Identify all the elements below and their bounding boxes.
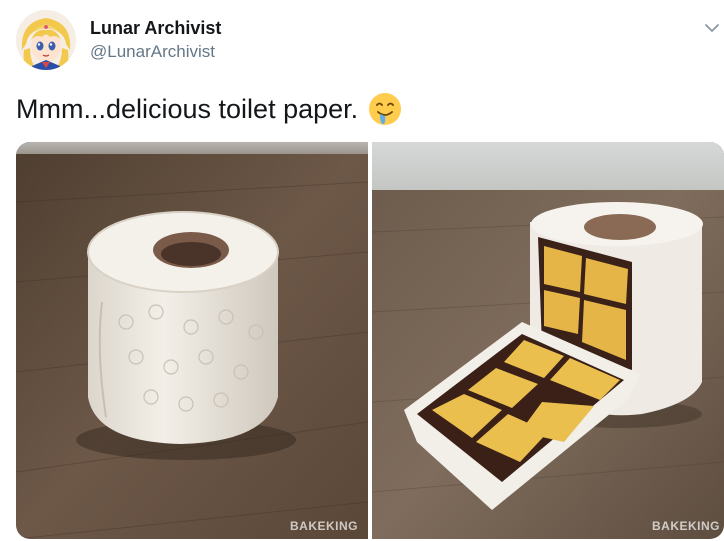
photo-toilet-paper-cake[interactable]: BAKEKING bbox=[16, 142, 368, 539]
tweet-media: BAKEKING BAKEKING bbox=[16, 142, 724, 539]
watermark-left: BAKEKING bbox=[289, 519, 358, 533]
tweet-body: Mmm...delicious toilet paper. bbox=[16, 93, 359, 124]
chevron-down-icon[interactable] bbox=[702, 18, 722, 38]
watermark-right: BAKEKING bbox=[651, 519, 720, 533]
user-handle[interactable]: @LunarArchivist bbox=[90, 42, 215, 62]
photo-sliced-cake[interactable]: BAKEKING bbox=[372, 142, 724, 539]
display-name[interactable]: Lunar Archivist bbox=[90, 18, 221, 39]
tweet-text: Mmm...delicious toilet paper. bbox=[16, 92, 402, 126]
drooling-face-icon bbox=[368, 92, 402, 126]
avatar[interactable] bbox=[16, 10, 76, 70]
